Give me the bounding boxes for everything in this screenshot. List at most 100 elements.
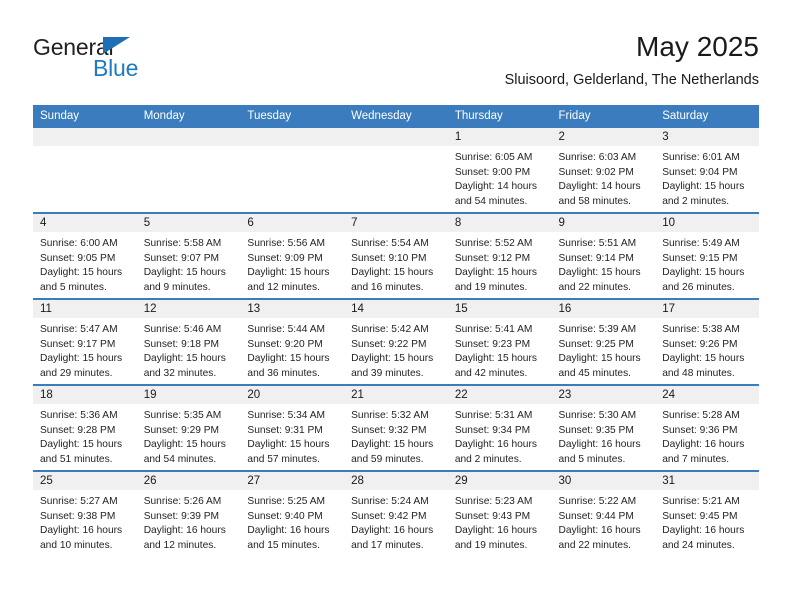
day-number: 23 <box>551 386 656 404</box>
sunrise-text: Sunrise: 5:22 AM <box>558 496 637 507</box>
calendar-day-cell[interactable]: 20 Sunrise: 5:34 AM Sunset: 9:31 PM Dayligh… <box>240 384 345 471</box>
day-number: 15 <box>447 300 552 318</box>
sunset-text: Sunset: 9:45 PM <box>662 510 738 522</box>
calendar-day-cell[interactable]: 22 Sunrise: 5:31 AM Sunset: 9:34 PM Dayligh… <box>447 384 552 471</box>
sunrise-text: Sunrise: 5:47 AM <box>40 324 118 335</box>
day-number <box>136 128 241 146</box>
day-number <box>344 128 448 146</box>
day-details: Sunrise: 5:25 AM Sunset: 9:40 PM Daylight:… <box>240 490 344 553</box>
sunset-text: Sunset: 9:42 PM <box>351 510 427 522</box>
calendar-day-cell[interactable]: 17 Sunrise: 5:38 AM Sunset: 9:26 PM Dayligh… <box>655 298 759 385</box>
daylight-text: Daylight: 16 hours and 7 minutes. <box>662 439 745 465</box>
day-number: 3 <box>655 128 759 146</box>
calendar-day-cell[interactable]: 5 Sunrise: 5:58 AM Sunset: 9:07 PM Daylight… <box>136 212 241 299</box>
sunrise-text: Sunrise: 5:21 AM <box>662 496 740 507</box>
sunset-text: Sunset: 9:25 PM <box>558 338 634 350</box>
daylight-text: Daylight: 15 hours and 5 minutes. <box>40 267 123 293</box>
calendar-day-cell[interactable]: 4 Sunrise: 6:00 AM Sunset: 9:05 PM Daylight… <box>33 212 137 299</box>
calendar-week-row: 4 Sunrise: 6:00 AM Sunset: 9:05 PM Daylight… <box>33 212 759 299</box>
sunset-text: Sunset: 9:23 PM <box>454 338 531 350</box>
daylight-text: Daylight: 16 hours and 17 minutes. <box>351 525 434 551</box>
day-details: Sunrise: 5:51 AM Sunset: 9:14 PM Daylight:… <box>552 232 656 295</box>
day-details: Sunrise: 5:34 AM Sunset: 9:31 PM Daylight:… <box>240 404 344 467</box>
calendar-day-cell[interactable]: 3 Sunrise: 6:01 AM Sunset: 9:04 PM Daylight… <box>655 128 759 213</box>
sunrise-text: Sunrise: 6:00 AM <box>40 238 118 249</box>
sunrise-text: Sunrise: 5:26 AM <box>143 496 222 507</box>
sunrise-text: Sunrise: 5:30 AM <box>558 410 637 421</box>
calendar-day-cell[interactable]: 24 Sunrise: 5:28 AM Sunset: 9:36 PM Dayligh… <box>655 384 759 471</box>
general-blue-logo[interactable]: General Blue <box>33 36 233 88</box>
day-number: 27 <box>240 472 345 490</box>
sunrise-text: Sunrise: 5:46 AM <box>143 324 222 335</box>
weekday-header-monday: Monday <box>136 105 241 128</box>
calendar-day-cell[interactable]: 11 Sunrise: 5:47 AM Sunset: 9:17 PM Dayligh… <box>33 298 137 385</box>
day-number: 18 <box>33 386 137 404</box>
calendar-day-cell[interactable]: 19 Sunrise: 5:35 AM Sunset: 9:29 PM Dayligh… <box>136 384 241 471</box>
page-subtitle: Sluisoord, Gelderland, The Netherlands <box>504 72 759 88</box>
day-details: Sunrise: 5:56 AM Sunset: 9:09 PM Daylight:… <box>240 232 344 295</box>
sunrise-text: Sunrise: 5:42 AM <box>351 324 429 335</box>
day-number: 16 <box>551 300 656 318</box>
weekday-header-saturday: Saturday <box>655 105 759 128</box>
calendar-day-cell[interactable]: 18 Sunrise: 5:36 AM Sunset: 9:28 PM Dayligh… <box>33 384 137 471</box>
day-number: 13 <box>240 300 345 318</box>
sunrise-text: Sunrise: 5:54 AM <box>351 238 429 249</box>
calendar-day-cell[interactable]: 30 Sunrise: 5:22 AM Sunset: 9:44 PM Dayligh… <box>551 470 656 556</box>
daylight-text: Daylight: 15 hours and 42 minutes. <box>454 353 537 379</box>
day-details: Sunrise: 5:31 AM Sunset: 9:34 PM Daylight:… <box>448 404 552 467</box>
calendar-day-cell[interactable]: 16 Sunrise: 5:39 AM Sunset: 9:25 PM Dayligh… <box>551 298 656 385</box>
sunset-text: Sunset: 9:34 PM <box>454 424 531 436</box>
calendar-day-cell[interactable]: 1 Sunrise: 6:05 AM Sunset: 9:00 PM Daylight… <box>447 128 552 213</box>
calendar-day-cell[interactable]: 12 Sunrise: 5:46 AM Sunset: 9:18 PM Dayligh… <box>136 298 241 385</box>
sunset-text: Sunset: 9:40 PM <box>247 510 323 522</box>
calendar-day-cell[interactable]: 31 Sunrise: 5:21 AM Sunset: 9:45 PM Dayligh… <box>655 470 759 556</box>
sunset-text: Sunset: 9:43 PM <box>454 510 531 522</box>
day-number: 11 <box>33 300 137 318</box>
day-number: 29 <box>447 472 552 490</box>
calendar-day-cell[interactable]: 29 Sunrise: 5:23 AM Sunset: 9:43 PM Dayligh… <box>447 470 552 556</box>
calendar-day-cell[interactable]: 27 Sunrise: 5:25 AM Sunset: 9:40 PM Dayligh… <box>240 470 345 556</box>
calendar-day-cell[interactable]: 10 Sunrise: 5:49 AM Sunset: 9:15 PM Dayligh… <box>655 212 759 299</box>
calendar-day-cell[interactable]: 14 Sunrise: 5:42 AM Sunset: 9:22 PM Dayligh… <box>344 298 448 385</box>
day-number: 20 <box>240 386 345 404</box>
calendar-week-row: 18 Sunrise: 5:36 AM Sunset: 9:28 PM Dayligh… <box>33 384 759 471</box>
daylight-text: Daylight: 15 hours and 32 minutes. <box>143 353 226 379</box>
day-details: Sunrise: 5:23 AM Sunset: 9:43 PM Daylight:… <box>448 490 552 553</box>
calendar-day-cell[interactable]: 9 Sunrise: 5:51 AM Sunset: 9:14 PM Daylight… <box>551 212 656 299</box>
calendar-day-cell[interactable]: 2 Sunrise: 6:03 AM Sunset: 9:02 PM Daylight… <box>551 128 656 213</box>
calendar-day-cell[interactable]: 8 Sunrise: 5:52 AM Sunset: 9:12 PM Daylight… <box>447 212 552 299</box>
sunset-text: Sunset: 9:28 PM <box>40 424 116 436</box>
sunset-text: Sunset: 9:35 PM <box>558 424 634 436</box>
calendar-day-cell[interactable]: 6 Sunrise: 5:56 AM Sunset: 9:09 PM Daylight… <box>240 212 345 299</box>
calendar-day-cell[interactable]: 13 Sunrise: 5:44 AM Sunset: 9:20 PM Dayligh… <box>240 298 345 385</box>
calendar-day-cell[interactable]: 26 Sunrise: 5:26 AM Sunset: 9:39 PM Dayligh… <box>136 470 241 556</box>
calendar-page: General Blue May 2025 Sluisoord, Gelderl… <box>0 0 792 612</box>
calendar-grid: Sunday Monday Tuesday Wednesday Thursday… <box>33 105 759 556</box>
day-number: 6 <box>240 214 345 232</box>
weekday-header-row: Sunday Monday Tuesday Wednesday Thursday… <box>33 105 759 128</box>
daylight-text: Daylight: 15 hours and 57 minutes. <box>247 439 330 465</box>
daylight-text: Daylight: 15 hours and 59 minutes. <box>351 439 434 465</box>
sunset-text: Sunset: 9:02 PM <box>558 166 634 178</box>
sunset-text: Sunset: 9:15 PM <box>662 252 738 264</box>
sunset-text: Sunset: 9:09 PM <box>247 252 323 264</box>
daylight-text: Daylight: 15 hours and 54 minutes. <box>143 439 226 465</box>
day-number: 28 <box>344 472 448 490</box>
day-number: 4 <box>33 214 137 232</box>
sunset-text: Sunset: 9:26 PM <box>662 338 738 350</box>
sunrise-text: Sunrise: 5:52 AM <box>454 238 533 249</box>
calendar-week-row: 25 Sunrise: 5:27 AM Sunset: 9:38 PM Dayligh… <box>33 470 759 556</box>
day-number: 7 <box>344 214 448 232</box>
daylight-text: Daylight: 16 hours and 12 minutes. <box>143 525 226 551</box>
calendar-day-cell[interactable]: 28 Sunrise: 5:24 AM Sunset: 9:42 PM Dayligh… <box>344 470 448 556</box>
calendar-day-cell-empty <box>344 128 448 213</box>
day-number: 1 <box>447 128 552 146</box>
calendar-day-cell[interactable]: 21 Sunrise: 5:32 AM Sunset: 9:32 PM Dayligh… <box>344 384 448 471</box>
daylight-text: Daylight: 14 hours and 54 minutes. <box>454 181 537 207</box>
day-number: 14 <box>344 300 448 318</box>
calendar-day-cell[interactable]: 15 Sunrise: 5:41 AM Sunset: 9:23 PM Dayligh… <box>447 298 552 385</box>
daylight-text: Daylight: 15 hours and 51 minutes. <box>40 439 123 465</box>
calendar-day-cell[interactable]: 7 Sunrise: 5:54 AM Sunset: 9:10 PM Daylight… <box>344 212 448 299</box>
calendar-day-cell[interactable]: 23 Sunrise: 5:30 AM Sunset: 9:35 PM Dayligh… <box>551 384 656 471</box>
calendar-day-cell[interactable]: 25 Sunrise: 5:27 AM Sunset: 9:38 PM Dayligh… <box>33 470 137 556</box>
